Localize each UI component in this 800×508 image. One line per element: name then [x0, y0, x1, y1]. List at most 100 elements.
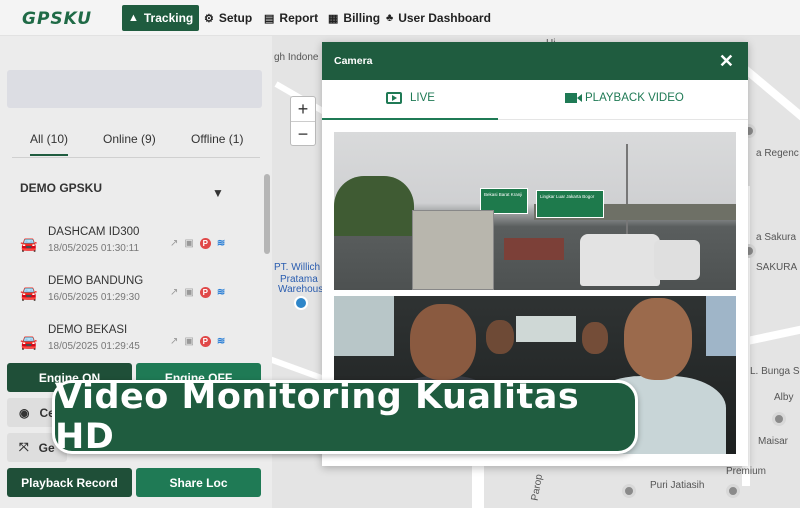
parking-icon: P [199, 238, 211, 249]
device-group-title[interactable]: DEMO GPSKU [20, 181, 102, 195]
rear-window [516, 316, 576, 342]
map-label: Parop [529, 473, 546, 502]
passenger [582, 322, 608, 354]
gear-icon: ⚙ [204, 12, 214, 25]
tab-playback-video[interactable]: PLAYBACK VIDEO [565, 92, 684, 104]
device-status-icons: ↗ ▣ P ≋ [170, 238, 225, 249]
map-label: a Sakura [756, 232, 797, 243]
nav-tracking-label: Tracking [143, 11, 194, 25]
map-label: L. Bunga Se [750, 366, 800, 377]
device-name: DEMO BANDUNG [48, 275, 144, 287]
cabin-window [334, 296, 394, 356]
nav-user-dashboard-label: User Dashboard [398, 11, 491, 25]
trend-icon: ↗ [170, 287, 179, 298]
map-label: Alby [774, 392, 794, 403]
device-name: DASHCAM ID300 [48, 226, 140, 238]
vehicle-location-marker[interactable] [294, 296, 308, 310]
promo-banner: Video Monitoring Kualitas HD [52, 377, 638, 457]
device-item[interactable]: 🚘 DEMO BEKASI 18/05/2025 01:29:45 ↗ ▣ P … [20, 324, 260, 354]
trend-icon: ↗ [170, 336, 179, 347]
device-name: DEMO BEKASI [48, 324, 128, 336]
parking-icon: P [199, 336, 211, 347]
map-label: a Regenc [756, 148, 799, 159]
nav-report-label: Report [279, 11, 319, 25]
passenger [486, 320, 514, 354]
wifi-icon: ≋ [216, 336, 226, 347]
tab-playback-label: PLAYBACK VIDEO [585, 92, 684, 104]
navigation-arrow-icon: ▲ [128, 12, 139, 24]
map-label: Premium [726, 466, 767, 477]
live-tv-icon [386, 92, 402, 104]
status-tabs: All (10) Online (9) Offline (1) [12, 128, 260, 158]
nav-report[interactable]: ▤ Report [258, 5, 324, 31]
zoom-in-button[interactable]: + [291, 97, 315, 121]
street-lamp [626, 144, 628, 234]
map-zoom-control: + − [290, 96, 316, 146]
tab-live[interactable]: LIVE [386, 92, 435, 104]
tab-all[interactable]: All (10) [30, 132, 69, 156]
parking-icon: P [199, 287, 211, 298]
search-input[interactable] [7, 70, 262, 108]
traffic-vehicles [504, 238, 564, 260]
truck [412, 210, 494, 290]
chevron-down-icon[interactable]: ▼ [212, 186, 224, 200]
location-pin-icon: ◉ [19, 405, 30, 420]
active-tab-indicator [322, 118, 498, 120]
nav-billing[interactable]: ▦ Billing [322, 5, 386, 31]
bus-icon: ▣ [184, 287, 194, 298]
tab-offline[interactable]: Offline (1) [191, 132, 243, 146]
map-poi-pin[interactable] [622, 484, 636, 498]
bus-icon: ▣ [184, 336, 194, 347]
device-status-icons: ↗ ▣ P ≋ [170, 336, 225, 347]
white-car [580, 234, 660, 286]
zoom-out-button[interactable]: − [291, 121, 315, 145]
nav-user-dashboard[interactable]: ♣ User Dashboard [380, 5, 497, 31]
tab-live-label: LIVE [410, 92, 435, 104]
map-label: PT. Willich [274, 262, 321, 273]
nav-tracking[interactable]: ▲ Tracking [122, 5, 200, 31]
billing-icon: ▦ [328, 12, 339, 25]
bus-icon: ▣ [184, 238, 194, 249]
gpsku-logo[interactable]: GPSKU [22, 9, 92, 29]
trend-icon: ↗ [170, 238, 179, 249]
wifi-icon: ≋ [216, 287, 226, 298]
device-item[interactable]: 🚘 DEMO BANDUNG 16/05/2025 01:29:30 ↗ ▣ P… [20, 275, 260, 319]
video-camera-icon [565, 93, 582, 103]
users-icon: ♣ [386, 12, 394, 24]
device-item[interactable]: 🚘 DASHCAM ID300 18/05/2025 01:30:11 ↗ ▣ … [20, 226, 260, 270]
map-label: gh Indone [274, 52, 319, 63]
modal-header: Camera ✕ [322, 42, 748, 80]
cabin-window [706, 296, 736, 356]
device-timestamp: 18/05/2025 01:29:45 [48, 341, 140, 352]
car-icon: 🚘 [20, 334, 38, 350]
camera-tabs: LIVE PLAYBACK VIDEO [322, 80, 748, 120]
banner-text: Video Monitoring Kualitas HD [55, 377, 580, 457]
passenger-head [624, 298, 692, 380]
map-label: SAKURA [756, 262, 798, 273]
share-location-button[interactable]: Share Loc [136, 468, 261, 497]
map-poi-pin[interactable] [726, 484, 740, 498]
tab-online[interactable]: Online (9) [103, 132, 156, 146]
white-car [654, 240, 700, 280]
car-icon: 🚘 [20, 236, 38, 252]
map-label: Maisar [758, 436, 789, 447]
close-icon[interactable]: ✕ [719, 51, 734, 72]
roadside-trees [334, 176, 414, 236]
map-label: Puri Jatiasih [650, 480, 705, 491]
front-camera-feed[interactable]: Bekasi Barat Kranji Lingkar Luar Jakarta… [334, 132, 736, 290]
document-icon: ▤ [264, 12, 275, 25]
playback-record-button[interactable]: Playback Record [7, 468, 132, 497]
device-timestamp: 18/05/2025 01:30:11 [48, 243, 140, 254]
expand-icon: ⤧ [19, 440, 29, 454]
driver-head [410, 304, 476, 380]
modal-title: Camera [334, 55, 373, 67]
top-navbar: GPSKU ▲ Tracking ⚙ Setup ▤ Report ▦ Bill… [0, 0, 800, 36]
device-status-icons: ↗ ▣ P ≋ [170, 287, 225, 298]
road-sign: Lingkar Luar Jakarta Bogor [536, 190, 604, 218]
nav-billing-label: Billing [343, 11, 381, 25]
nav-setup[interactable]: ⚙ Setup [198, 5, 258, 31]
map-road [472, 466, 484, 508]
map-poi-pin[interactable] [772, 412, 786, 426]
sidebar-scrollbar[interactable] [264, 174, 270, 254]
nav-setup-label: Setup [218, 11, 253, 25]
